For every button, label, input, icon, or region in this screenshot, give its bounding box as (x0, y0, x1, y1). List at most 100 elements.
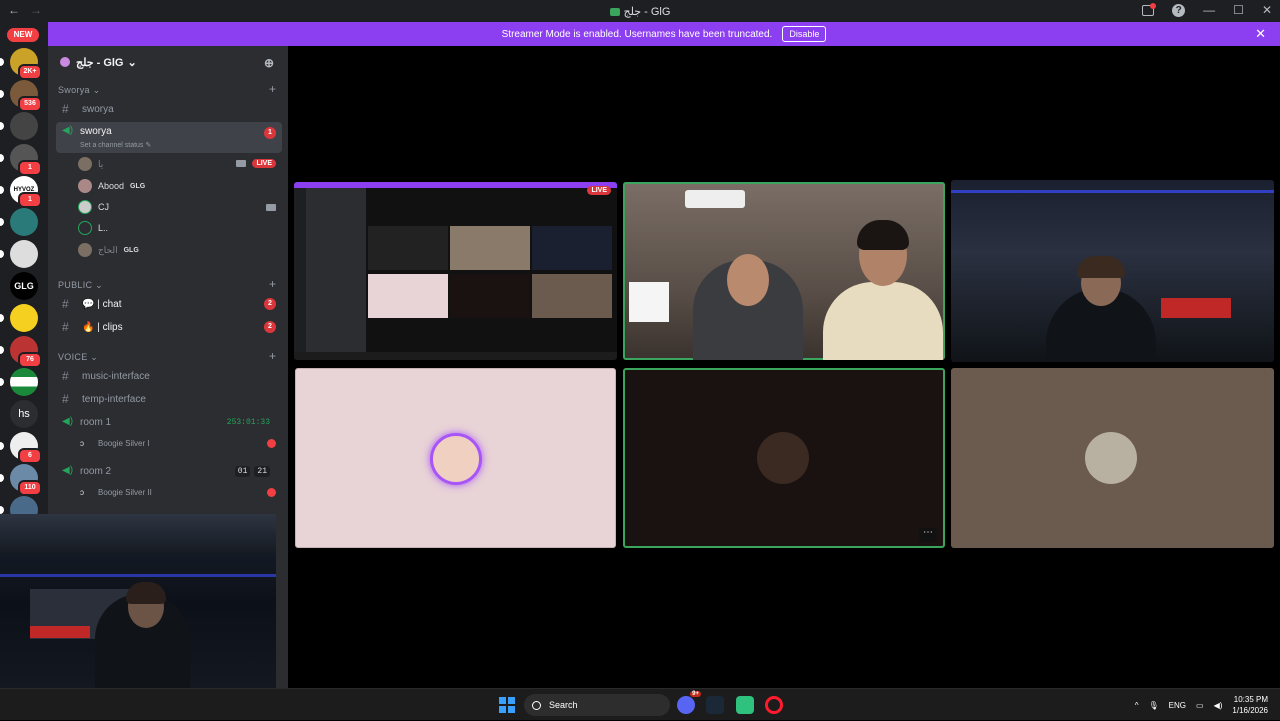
avatar (78, 157, 92, 171)
channel-clips[interactable]: # 🔥 | clips 2 (56, 317, 282, 337)
server-l[interactable]: 110 (0, 464, 42, 496)
channel-room-1[interactable]: ◀) room 1 253:01:33 (56, 412, 282, 432)
server-j[interactable] (0, 368, 38, 396)
voice-user[interactable]: Abood GLG (78, 177, 145, 195)
language-indicator[interactable]: ENG (1169, 701, 1186, 710)
unread-pill (0, 90, 4, 98)
camera-tile[interactable] (951, 180, 1274, 362)
channel-label: 💬 | chat (82, 298, 122, 310)
opera-taskbar-icon[interactable] (765, 696, 783, 714)
steam-taskbar-icon[interactable] (706, 696, 724, 714)
voice-user[interactable]: L.. (78, 219, 108, 237)
channel-room-2[interactable]: ◀) room 2 01 21 (56, 461, 282, 481)
add-channel-icon[interactable]: + (269, 349, 276, 363)
avatar-tile[interactable] (951, 368, 1274, 548)
user-name: الحاج (98, 244, 118, 255)
session-timer: 253:01:33 (226, 417, 270, 427)
window-title-text: جلج - GlG (623, 6, 671, 18)
bot-user[interactable]: ↄ Boogie Silver II (80, 484, 152, 500)
avatar (757, 432, 809, 484)
channel-status[interactable]: Set a channel status ✎ (80, 141, 151, 149)
screen-share-tile[interactable]: LIVE (294, 182, 617, 360)
network-icon[interactable]: ▭ (1196, 701, 1204, 710)
hash-icon: # (62, 297, 69, 311)
server-i[interactable]: 76 (0, 336, 42, 368)
voice-user[interactable]: الحاج GLG (78, 241, 139, 259)
camera-tile-speaking[interactable] (623, 182, 945, 360)
more-options-icon[interactable]: ⋯ (919, 528, 937, 542)
bot-icon: ↄ (80, 487, 84, 497)
help-icon[interactable]: ? (1172, 3, 1186, 17)
avatar-tile[interactable] (295, 368, 616, 548)
guild-header[interactable]: جلج - GlG ⌄ ⊕ (48, 46, 288, 78)
add-channel-icon[interactable]: + (269, 82, 276, 96)
channel-sworya-text[interactable]: # sworya (56, 99, 282, 119)
voice-user[interactable]: يا (78, 155, 103, 173)
server-f[interactable] (0, 208, 38, 236)
server-c[interactable] (0, 112, 38, 140)
search-label: Search (549, 700, 578, 710)
search-icon (532, 700, 541, 710)
avatar (78, 243, 92, 257)
title-bar: ← → جلج - GlG ? — ☐ ✕ (0, 0, 1280, 22)
user-name: CJ (98, 202, 109, 212)
unread-pill (0, 474, 4, 482)
server-g[interactable] (0, 240, 38, 268)
voice-user[interactable]: CJ (78, 198, 109, 216)
minimize-button[interactable]: — (1203, 3, 1215, 17)
clock[interactable]: 10:35 PM 1/16/2026 (1232, 694, 1268, 716)
server-glg[interactable]: GLG (10, 272, 38, 300)
mention-badge: 2 (264, 298, 276, 310)
air-conditioner (685, 190, 745, 208)
channel-label: sworya (82, 103, 114, 115)
server-d[interactable]: 1 (0, 144, 42, 176)
new-badge[interactable]: NEW (7, 28, 39, 42)
channel-temp-interface[interactable]: # temp-interface (56, 389, 282, 409)
windows-start-icon[interactable] (499, 697, 515, 713)
share-tile (368, 274, 448, 318)
category-voice[interactable]: VOICE ⌄ (58, 352, 98, 363)
channel-label: room 2 (80, 465, 112, 477)
chevron-up-icon[interactable]: ^ (1135, 701, 1139, 710)
server-a[interactable]: 2K+ (0, 48, 42, 80)
server-h-icon (10, 304, 38, 332)
volume-icon[interactable]: ◀) (1214, 701, 1223, 710)
hash-icon: # (62, 369, 69, 383)
mention-badge: 110 (18, 480, 42, 496)
person-right-hair (857, 220, 909, 250)
server-hs[interactable]: hs (10, 400, 38, 428)
app-taskbar-icon[interactable] (736, 696, 754, 714)
channel-music-interface[interactable]: # music-interface (56, 366, 282, 386)
disable-button[interactable]: Disable (782, 26, 827, 42)
live-badge: LIVE (252, 159, 276, 168)
channel-label: room 1 (80, 416, 112, 428)
add-user-icon[interactable]: ⊕ (264, 56, 274, 70)
maximize-button[interactable]: ☐ (1233, 3, 1244, 17)
server-k[interactable]: 6 (0, 432, 42, 464)
banner-close-icon[interactable]: ✕ (1255, 26, 1266, 42)
category-public[interactable]: PUBLIC ⌄ (58, 280, 103, 291)
avatar-tile-speaking[interactable]: ⋯ (623, 368, 945, 548)
mention-badge: 1 (264, 127, 276, 139)
server-h[interactable] (0, 304, 38, 332)
discord-taskbar-icon[interactable]: 9+ (677, 691, 701, 714)
taskbar-search[interactable]: Search (524, 694, 670, 716)
unread-pill (0, 58, 4, 66)
channel-sworya-voice[interactable]: ◀) sworya 1 Set a channel status ✎ (56, 122, 282, 153)
category-sworya[interactable]: Sworya ⌄ (58, 85, 100, 96)
microphone-icon[interactable]: 🎙 (1149, 701, 1159, 710)
camera-icon (236, 160, 246, 167)
close-button[interactable]: ✕ (1262, 3, 1272, 17)
server-b[interactable]: 536 (0, 80, 42, 112)
add-channel-icon[interactable]: + (269, 277, 276, 291)
webcam-hair (126, 582, 166, 604)
bot-user[interactable]: ↄ Boogie Silver I (80, 435, 150, 451)
window-title: جلج - GlG (0, 5, 1280, 18)
server-e[interactable]: HYVOZ 1 (0, 176, 42, 208)
inbox-icon[interactable] (1142, 2, 1157, 16)
server-glg-icon: GLG (10, 272, 38, 300)
channel-chat[interactable]: # 💬 | chat 2 (56, 294, 282, 314)
guild-name: جلج - GlG (76, 56, 124, 69)
clock-date: 1/16/2026 (1232, 706, 1268, 715)
person-right-body (823, 282, 943, 360)
